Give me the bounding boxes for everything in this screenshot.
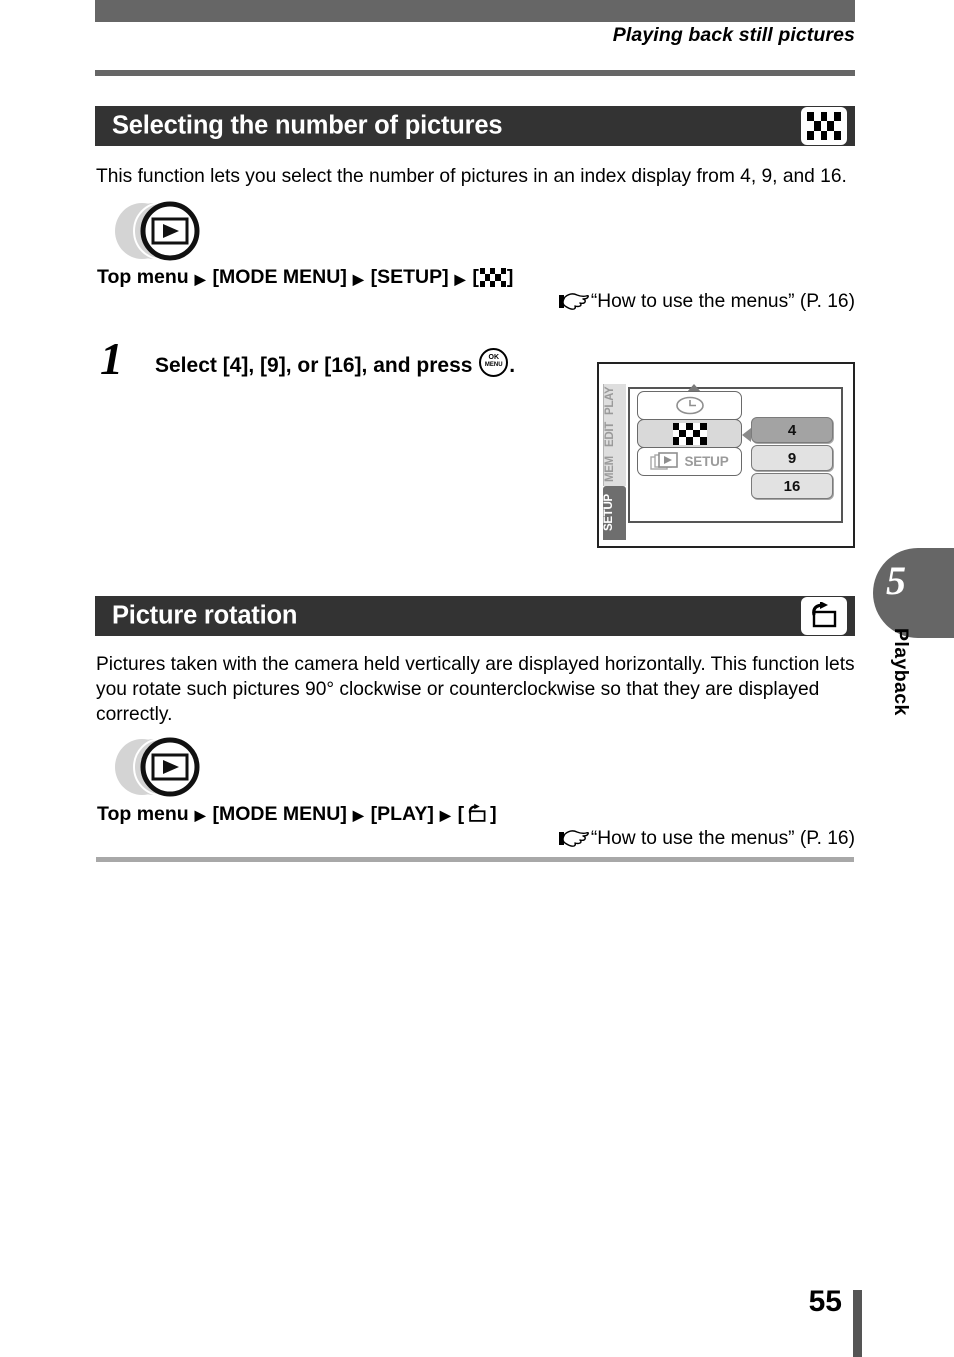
chevron-right-icon: ▶ xyxy=(194,270,206,287)
section-divider-rule xyxy=(96,857,854,862)
step-text-before: Select [4], [9], or [16], and press xyxy=(155,354,479,377)
playback-button-graphic-2 xyxy=(98,736,228,798)
reference-how-to-use-menus-1: “How to use the menus” (P. 16) xyxy=(95,291,855,317)
section-heading-picture-rotation: Picture rotation xyxy=(95,596,855,636)
lcd-menu-item-index-display[interactable] xyxy=(637,419,742,448)
lcd-tab-setup[interactable]: SETUP xyxy=(603,486,626,540)
running-head: Playing back still pictures xyxy=(612,24,855,46)
lcd-value-4[interactable]: 4 xyxy=(751,417,833,443)
menu-path-item-play: [PLAY] xyxy=(370,802,434,825)
lcd-tab-mem[interactable]: MEM xyxy=(603,452,626,486)
section-badge-rotation-icon xyxy=(801,597,847,635)
index-display-icon xyxy=(807,112,841,140)
lcd-menu-item-setup-label: SETUP xyxy=(684,454,729,469)
chevron-right-icon: ▶ xyxy=(439,807,451,823)
chevron-right-icon: ▶ xyxy=(454,270,466,287)
section-heading-selecting-number-of-pictures: Selecting the number of pictures xyxy=(95,106,855,146)
menu-path-item-setup: [SETUP] xyxy=(370,266,449,288)
section-title: Picture rotation xyxy=(112,601,298,630)
header-rule xyxy=(95,70,855,76)
lcd-menu-item-clock[interactable] xyxy=(637,391,742,420)
menu-path-bracket-close: ] xyxy=(490,802,497,825)
step-instruction-1: Select [4], [9], or [16], and press OK ME… xyxy=(155,348,515,378)
menu-path-item-mode-menu: [MODE MENU] xyxy=(212,266,347,288)
menu-path-start: Top menu xyxy=(97,802,189,825)
pointing-hand-icon xyxy=(558,828,589,854)
pointing-hand-icon xyxy=(558,291,589,317)
section-title: Selecting the number of pictures xyxy=(112,111,503,140)
picture-rotation-icon xyxy=(812,602,837,628)
menu-path-start: Top menu xyxy=(97,266,189,288)
lcd-selection-caret-icon xyxy=(742,428,751,442)
playback-button-graphic-1 xyxy=(98,200,228,262)
menu-label: MENU xyxy=(484,362,503,368)
lcd-tab-edit[interactable]: EDIT xyxy=(603,418,626,452)
ok-menu-button-icon: OK MENU xyxy=(479,348,509,377)
step-text-after: . xyxy=(509,354,516,377)
menu-path-item-mode-menu: [MODE MENU] xyxy=(212,802,347,825)
ok-label: OK xyxy=(488,354,500,361)
reference-how-to-use-menus-2: “How to use the menus” (P. 16) xyxy=(95,828,855,854)
chapter-number: 5 xyxy=(886,558,906,603)
menu-path-bracket-open: [ xyxy=(457,802,465,825)
chevron-right-icon: ▶ xyxy=(352,807,364,823)
lcd-value-16[interactable]: 16 xyxy=(751,473,833,499)
menu-path-bracket-close: ] xyxy=(506,266,514,288)
lcd-menu-column: SETUP xyxy=(637,391,742,476)
clock-icon xyxy=(675,396,704,415)
chapter-label: Playback xyxy=(890,628,912,716)
step-number-1: 1 xyxy=(100,333,123,384)
playback-button-icon xyxy=(115,737,200,797)
chevron-right-icon: ▶ xyxy=(194,807,206,823)
playback-button-icon xyxy=(115,201,200,261)
menu-path-bracket-open: [ xyxy=(472,266,479,288)
section-badge-index-icon xyxy=(801,107,847,145)
footer-bar xyxy=(853,1290,862,1357)
menu-path-selecting-number-of-pictures: Top menu ▶ [MODE MENU] ▶ [SETUP] ▶ [ ] xyxy=(97,266,513,289)
menu-path-picture-rotation: Top menu ▶ [MODE MENU] ▶ [PLAY] ▶ [ ] xyxy=(97,802,497,826)
picture-rotation-glyph xyxy=(468,803,486,822)
section-intro-text: This function lets you select the number… xyxy=(96,166,847,187)
lcd-tab-play[interactable]: PLAY xyxy=(603,384,626,418)
page-number: 55 xyxy=(808,1285,842,1318)
picture-rotation-icon xyxy=(466,802,488,826)
chevron-right-icon: ▶ xyxy=(352,270,364,287)
lcd-mode-tabs: PLAY EDIT MEM SETUP xyxy=(603,384,626,540)
section-intro-text: Pictures taken with the camera held vert… xyxy=(96,654,855,725)
top-header-bar xyxy=(95,0,855,22)
index-display-icon xyxy=(479,268,506,287)
setup-playback-icon xyxy=(650,451,679,470)
reference-text: “How to use the menus” (P. 16) xyxy=(590,291,855,312)
lcd-value-column: 4 9 16 xyxy=(751,417,833,501)
lcd-screen-illustration: PLAY EDIT MEM SETUP SETUP 4 9 16 xyxy=(597,362,855,548)
reference-text: “How to use the menus” (P. 16) xyxy=(590,828,855,849)
index-display-icon xyxy=(672,422,707,445)
lcd-value-9[interactable]: 9 xyxy=(751,445,833,471)
lcd-menu-item-setup[interactable]: SETUP xyxy=(637,447,742,476)
